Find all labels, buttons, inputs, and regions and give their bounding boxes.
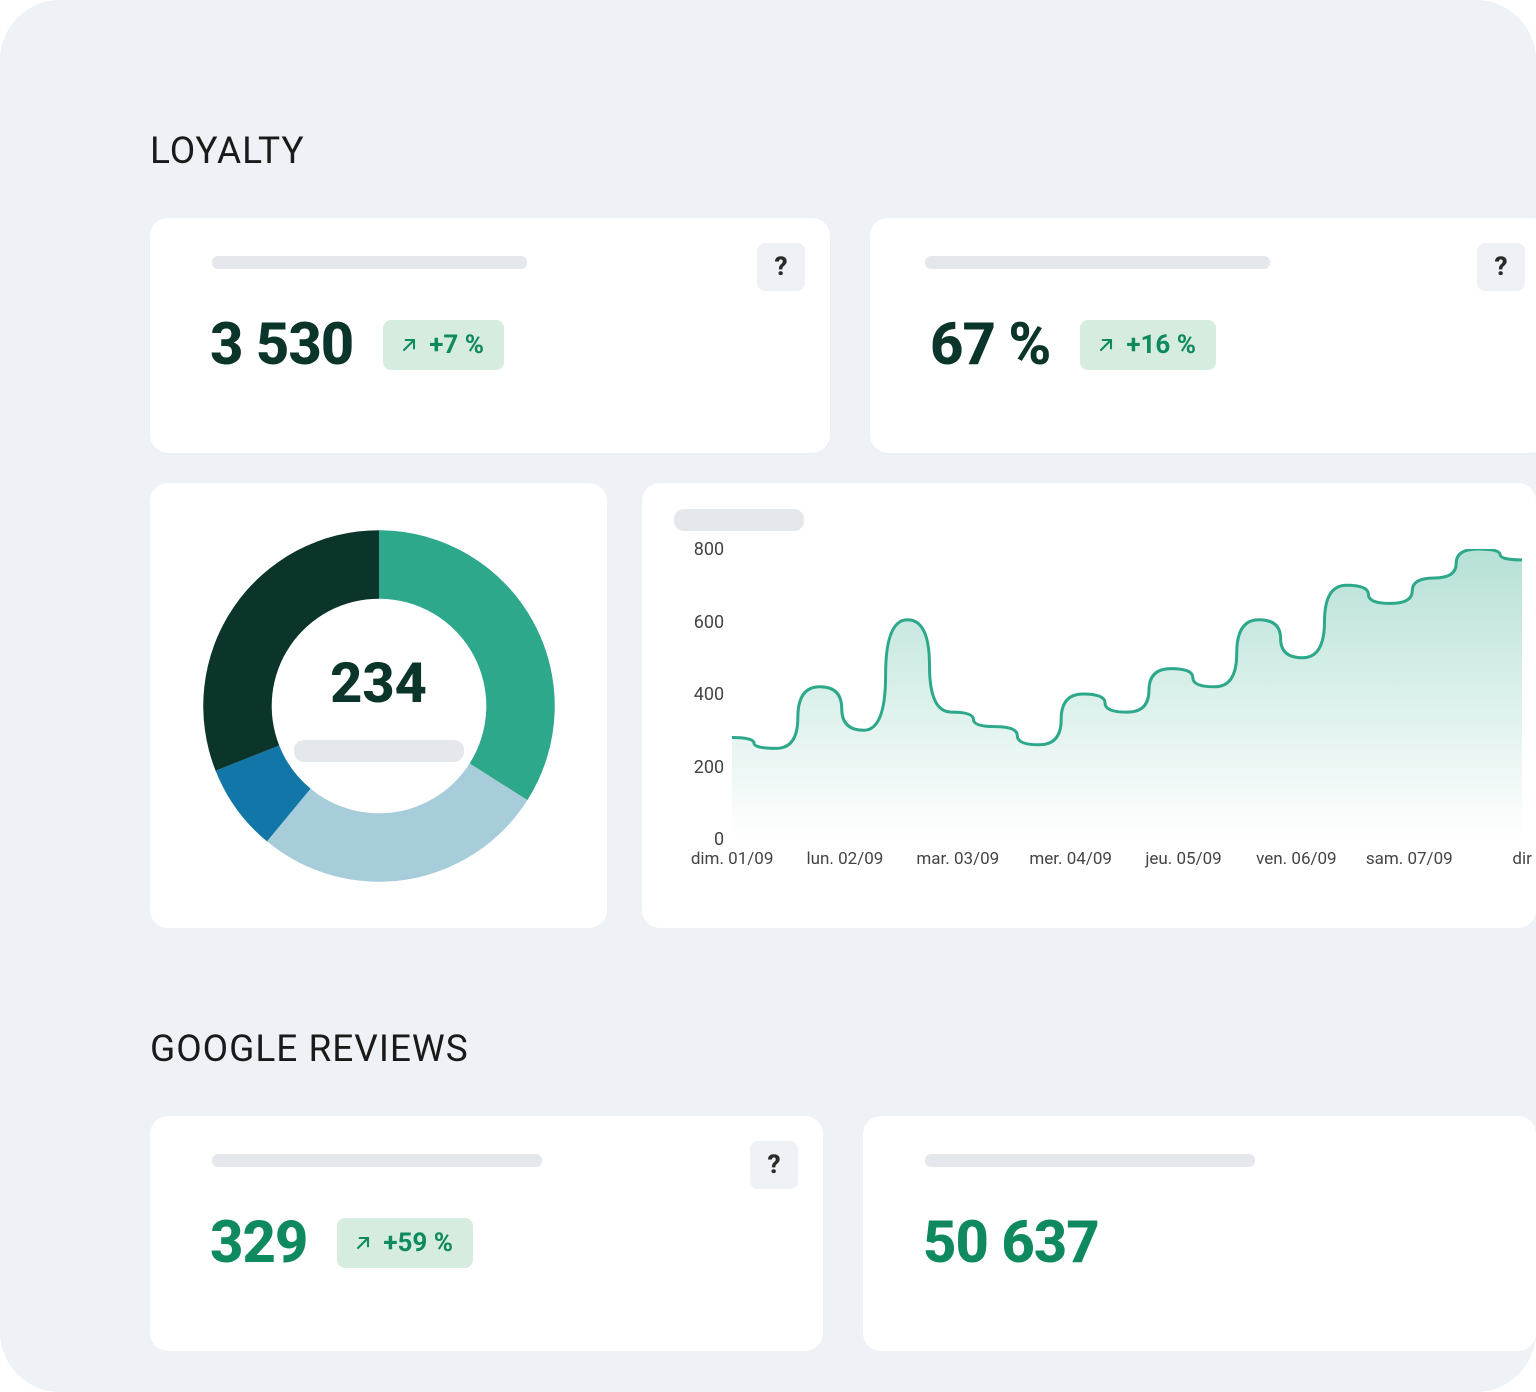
- delta-badge: +7 %: [383, 320, 504, 370]
- dashboard-page: LOYALTY ? 3 530 +7 % ? 67 %: [0, 0, 1536, 1392]
- stat-value-row: 329 +59 %: [210, 1209, 783, 1277]
- help-icon: ?: [1494, 252, 1507, 282]
- google-reviews-row: ? 329 +59 % 50 637: [150, 1116, 1536, 1351]
- stat-value-row: 3 530 +7 %: [210, 311, 790, 379]
- google-reviews-section: GOOGLE REVIEWS ? 329 +59 % 50 637: [150, 1028, 1536, 1351]
- stat-value: 67 %: [930, 311, 1050, 379]
- donut-card: 234: [150, 483, 607, 928]
- area-chart-card: 0 200 400 600 800 dim. 01/09 lun. 02/09 mar. 0…: [642, 483, 1536, 928]
- help-button[interactable]: ?: [757, 243, 805, 291]
- x-tick-label: lun. 02/09: [807, 849, 884, 869]
- stat-value: 329: [210, 1209, 307, 1277]
- loyalty-stat-row: ? 3 530 +7 % ? 67 % +16 %: [150, 218, 1536, 453]
- section-title-loyalty: LOYALTY: [150, 130, 1536, 173]
- stat-value-row: 50 637: [923, 1209, 1496, 1277]
- donut-center: 234: [194, 521, 564, 891]
- delta-badge: +16 %: [1080, 320, 1216, 370]
- google-reviews-card-1: ? 329 +59 %: [150, 1116, 823, 1351]
- help-button[interactable]: ?: [750, 1141, 798, 1189]
- trend-up-icon: [1096, 335, 1116, 355]
- help-button[interactable]: ?: [1477, 243, 1525, 291]
- stat-title-placeholder: [212, 1154, 542, 1167]
- loyalty-charts-row: 234 0200400600800 dim. 01/09lun.: [150, 483, 1536, 928]
- trend-up-icon: [353, 1233, 373, 1253]
- x-tick-label: mar. 03/09: [916, 849, 999, 869]
- y-tick-label: 800: [694, 539, 724, 560]
- y-axis-ticks: 0200400600800: [672, 549, 732, 839]
- chart-area: 0200400600800 dim. 01/09lun. 02/09mar. 0…: [672, 549, 1502, 879]
- trend-up-icon: [399, 335, 419, 355]
- help-icon: ?: [767, 1150, 780, 1180]
- y-tick-label: 600: [694, 612, 724, 633]
- stat-title-placeholder: [925, 1154, 1255, 1167]
- help-icon: ?: [774, 252, 787, 282]
- donut-chart: 234: [194, 521, 564, 891]
- x-tick-label: dir: [1512, 849, 1531, 869]
- stat-value: 3 530: [210, 311, 353, 379]
- donut-label-placeholder: [294, 740, 464, 762]
- delta-value: +16 %: [1126, 330, 1196, 360]
- y-tick-label: 200: [694, 757, 724, 778]
- x-tick-label: mer. 04/09: [1029, 849, 1112, 869]
- stat-title-placeholder: [212, 256, 527, 269]
- x-tick-label: jeu. 05/09: [1145, 849, 1221, 869]
- stat-title-placeholder: [925, 256, 1270, 269]
- loyalty-stat-card-2: ? 67 % +16 %: [870, 218, 1536, 453]
- delta-badge: +59 %: [337, 1218, 473, 1268]
- stat-value-row: 67 % +16 %: [930, 311, 1510, 379]
- chart-title-placeholder: [674, 509, 804, 531]
- loyalty-stat-card-1: ? 3 530 +7 %: [150, 218, 830, 453]
- delta-value: +59 %: [383, 1228, 453, 1258]
- google-reviews-card-2: 50 637: [863, 1116, 1536, 1351]
- area-chart-svg: [732, 549, 1522, 839]
- x-axis-ticks: dim. 01/09lun. 02/09mar. 03/09mer. 04/09…: [732, 849, 1502, 879]
- y-tick-label: 400: [694, 684, 724, 705]
- delta-value: +7 %: [429, 330, 484, 360]
- stat-value: 50 637: [923, 1209, 1099, 1277]
- x-tick-label: sam. 07/09: [1366, 849, 1453, 869]
- section-title-google-reviews: GOOGLE REVIEWS: [150, 1028, 1536, 1071]
- chart-area-fill: [732, 549, 1522, 839]
- x-tick-label: ven. 06/09: [1256, 849, 1336, 869]
- y-tick-label: 0: [714, 829, 724, 850]
- donut-center-value: 234: [330, 650, 427, 716]
- x-tick-label: dim. 01/09: [691, 849, 774, 869]
